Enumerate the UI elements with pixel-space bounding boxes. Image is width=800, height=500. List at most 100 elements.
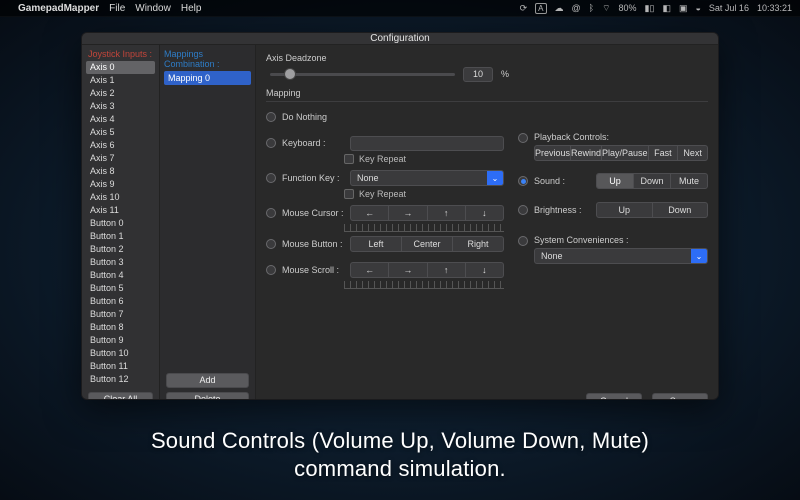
joystick-item[interactable]: Button 9 — [86, 334, 155, 347]
radio-mouse-cursor[interactable] — [266, 208, 276, 218]
wifi-icon[interactable]: ⌔ — [602, 3, 610, 14]
option-mouse-button[interactable]: Mouse Button : LeftCenterRight — [266, 235, 504, 253]
siri-icon[interactable]: ◒ — [695, 3, 700, 13]
segment-option[interactable]: Rewind — [571, 146, 602, 160]
deadzone-value-field[interactable]: 10 — [463, 67, 493, 82]
input-source-icon[interactable]: A — [535, 3, 546, 14]
joystick-item[interactable]: Button 7 — [86, 308, 155, 321]
segment-option[interactable]: ← — [351, 263, 389, 277]
joystick-item[interactable]: Button 1 — [86, 230, 155, 243]
option-brightness[interactable]: Brightness : UpDown — [518, 201, 708, 219]
joystick-item[interactable]: Axis 2 — [86, 87, 155, 100]
radio-do-nothing[interactable] — [266, 112, 276, 122]
joystick-item[interactable]: Axis 10 — [86, 191, 155, 204]
at-icon[interactable]: @ — [572, 3, 581, 13]
joystick-item[interactable]: Axis 11 — [86, 204, 155, 217]
function-key-repeat-checkbox[interactable] — [344, 189, 354, 199]
segment-option[interactable]: ↓ — [466, 206, 503, 220]
radio-mouse-scroll[interactable] — [266, 265, 276, 275]
playback-segments[interactable]: PreviousRewindPlay/PauseFastNext — [534, 145, 708, 161]
mapping-item[interactable]: Mapping 0 — [164, 71, 251, 85]
joystick-item[interactable]: Button 0 — [86, 217, 155, 230]
menubar-time[interactable]: 10:33:21 — [757, 3, 792, 13]
function-key-repeat-row[interactable]: Key Repeat — [344, 187, 504, 201]
joystick-item[interactable]: Axis 0 — [86, 61, 155, 74]
menu-app-name[interactable]: GamepadMapper — [18, 3, 99, 14]
segment-option[interactable]: → — [389, 263, 427, 277]
menubar-date[interactable]: Sat Jul 16 — [709, 3, 749, 13]
segment-option[interactable]: Up — [597, 203, 653, 217]
joystick-item[interactable]: Button 5 — [86, 282, 155, 295]
segment-option[interactable]: Up — [597, 174, 634, 188]
joystick-item[interactable]: Axis 3 — [86, 100, 155, 113]
option-conveniences[interactable]: System Conveniences : None ⌄ — [518, 235, 708, 264]
joystick-item[interactable]: Axis 1 — [86, 74, 155, 87]
history-icon[interactable]: ⟳ — [520, 3, 528, 14]
joystick-item[interactable]: Button 2 — [86, 243, 155, 256]
joystick-item[interactable]: Button 11 — [86, 360, 155, 373]
joystick-item[interactable]: Button 10 — [86, 347, 155, 360]
option-function-key[interactable]: Function Key : None ⌄ — [266, 169, 504, 187]
joystick-item[interactable]: Axis 8 — [86, 165, 155, 178]
bluetooth-icon[interactable]: ᛒ — [589, 3, 594, 13]
joystick-inputs-list[interactable]: Axis 0Axis 1Axis 2Axis 3Axis 4Axis 5Axis… — [82, 61, 159, 386]
keyboard-key-repeat-checkbox[interactable] — [344, 154, 354, 164]
menu-help[interactable]: Help — [181, 3, 202, 14]
segment-option[interactable]: Right — [453, 237, 503, 251]
window-titlebar[interactable]: Configuration — [82, 33, 718, 45]
mouse-scroll-segments[interactable]: ←→↑↓ — [350, 262, 504, 278]
mouse-cursor-segments[interactable]: ←→↑↓ — [350, 205, 504, 221]
joystick-item[interactable]: Button 6 — [86, 295, 155, 308]
segment-option[interactable]: ↑ — [428, 263, 466, 277]
battery-icon[interactable]: ▮▯ — [645, 3, 655, 14]
joystick-item[interactable]: Axis 4 — [86, 113, 155, 126]
option-keyboard[interactable]: Keyboard : — [266, 134, 504, 152]
option-do-nothing[interactable]: Do Nothing — [266, 108, 504, 126]
sound-segments[interactable]: UpDownMute — [596, 173, 708, 189]
delete-mapping-button[interactable]: Delete — [166, 392, 249, 400]
clear-all-button[interactable]: Clear All — [88, 392, 153, 400]
segment-option[interactable]: ← — [351, 206, 389, 220]
keyboard-key-repeat-row[interactable]: Key Repeat — [344, 152, 504, 166]
mouse-scroll-speed-slider[interactable] — [344, 281, 504, 289]
joystick-item[interactable]: Button 12 — [86, 373, 155, 386]
segment-option[interactable]: Next — [678, 146, 707, 160]
segment-option[interactable]: Center — [402, 237, 453, 251]
segment-option[interactable]: Previous — [535, 146, 571, 160]
segment-option[interactable]: ↑ — [428, 206, 466, 220]
radio-mouse-button[interactable] — [266, 239, 276, 249]
joystick-item[interactable]: Axis 7 — [86, 152, 155, 165]
conveniences-select[interactable]: None ⌄ — [534, 248, 708, 264]
radio-brightness[interactable] — [518, 205, 528, 215]
deadzone-slider[interactable] — [270, 73, 455, 76]
function-key-select[interactable]: None ⌄ — [350, 170, 504, 186]
radio-sound[interactable] — [518, 176, 528, 186]
option-mouse-cursor[interactable]: Mouse Cursor : ←→↑↓ — [266, 204, 504, 222]
option-playback[interactable]: Playback Controls: PreviousRewindPlay/Pa… — [518, 132, 708, 161]
segment-option[interactable]: → — [389, 206, 427, 220]
menu-file[interactable]: File — [109, 3, 125, 14]
segment-option[interactable]: Mute — [671, 174, 707, 188]
save-button[interactable]: Save — [652, 393, 708, 400]
joystick-item[interactable]: Button 8 — [86, 321, 155, 334]
segment-option[interactable]: Left — [351, 237, 402, 251]
deadzone-slider-knob[interactable] — [284, 68, 296, 80]
mappings-list[interactable]: Mapping 0 — [160, 71, 255, 369]
menu-window[interactable]: Window — [135, 3, 171, 14]
segment-option[interactable]: Fast — [649, 146, 679, 160]
joystick-item[interactable]: Axis 6 — [86, 139, 155, 152]
add-mapping-button[interactable]: Add — [166, 373, 249, 388]
radio-conveniences[interactable] — [518, 236, 528, 246]
brightness-segments[interactable]: UpDown — [596, 202, 708, 218]
joystick-item[interactable]: Axis 5 — [86, 126, 155, 139]
keyboard-input[interactable] — [350, 136, 504, 151]
radio-keyboard[interactable] — [266, 138, 276, 148]
option-mouse-scroll[interactable]: Mouse Scroll : ←→↑↓ — [266, 261, 504, 279]
radio-function-key[interactable] — [266, 173, 276, 183]
mouse-cursor-speed-slider[interactable] — [344, 224, 504, 232]
radio-playback[interactable] — [518, 133, 528, 143]
joystick-item[interactable]: Axis 9 — [86, 178, 155, 191]
segment-option[interactable]: Down — [634, 174, 671, 188]
segment-option[interactable]: ↓ — [466, 263, 503, 277]
mouse-button-segments[interactable]: LeftCenterRight — [350, 236, 504, 252]
